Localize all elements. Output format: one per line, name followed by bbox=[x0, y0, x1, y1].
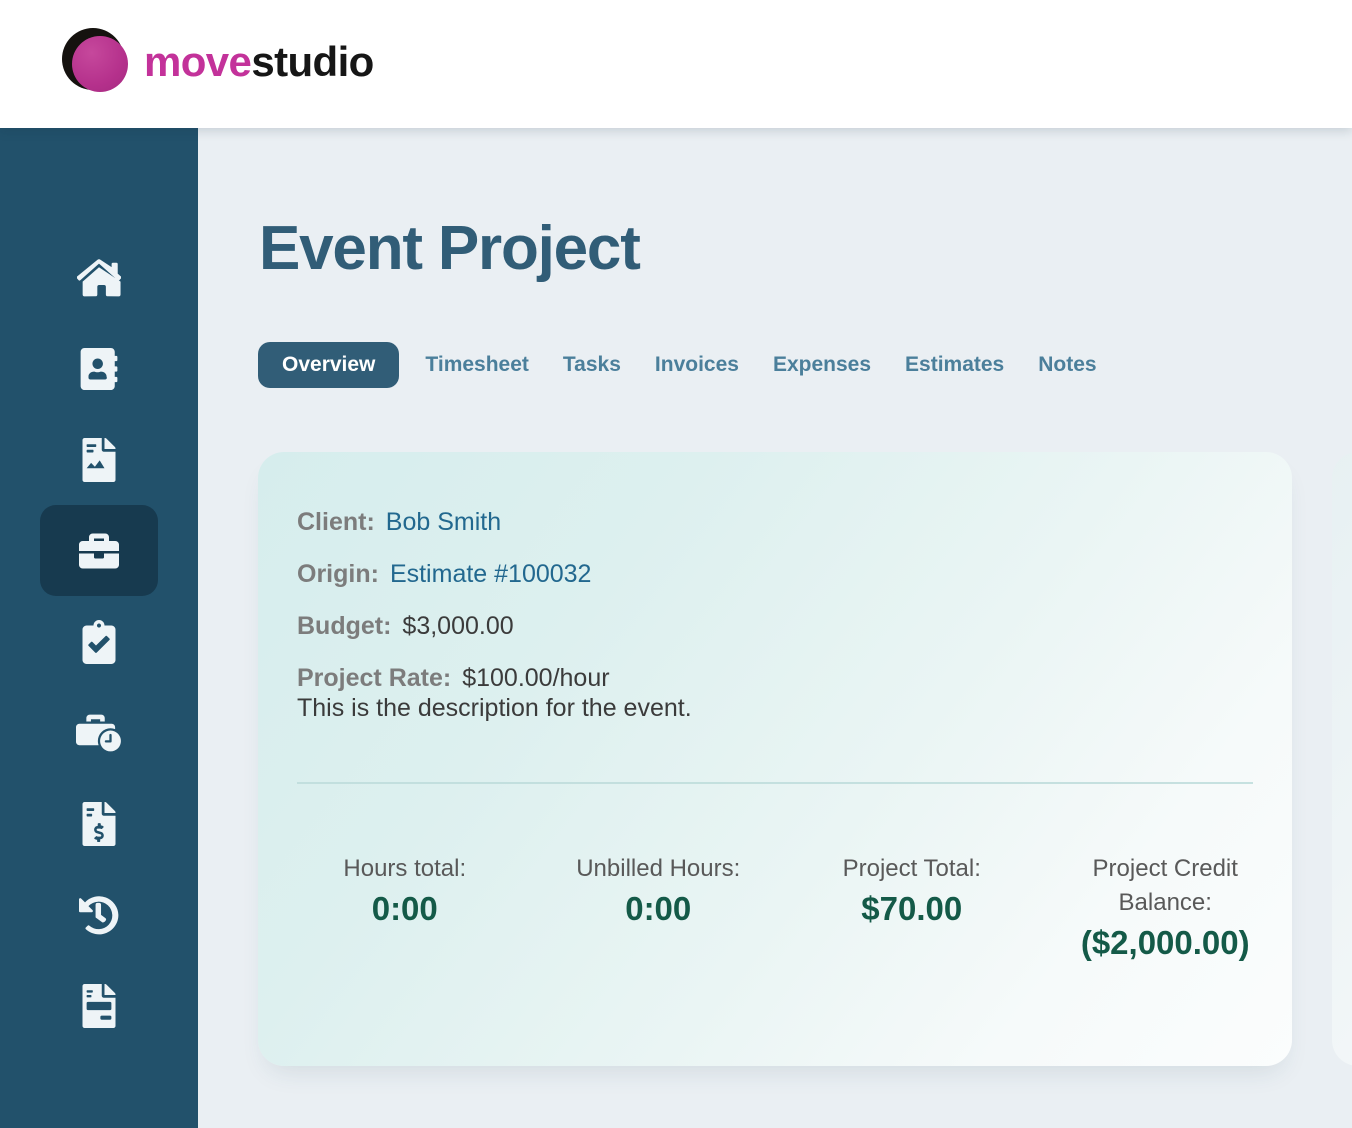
project-info-origin: Origin: Estimate #100032 bbox=[297, 560, 610, 589]
sidebar-item-home[interactable] bbox=[40, 232, 158, 323]
brand-logo[interactable]: movestudio bbox=[62, 28, 374, 96]
stat-project-credit-balance-value: ($2,000.00) bbox=[1039, 922, 1293, 965]
project-info-list: Client: Bob Smith Origin: Estimate #1000… bbox=[297, 508, 610, 716]
sidebar-item-clients[interactable] bbox=[40, 323, 158, 414]
overview-card: Client: Bob Smith Origin: Estimate #1000… bbox=[258, 452, 1292, 1066]
stat-project-credit-balance-label: Project Credit Balance: bbox=[1080, 852, 1250, 920]
stat-unbilled-hours: Unbilled Hours: 0:00 bbox=[532, 852, 786, 965]
sidebar bbox=[0, 128, 198, 1128]
tab-timesheet[interactable]: Timesheet bbox=[408, 343, 546, 387]
sidebar-item-history[interactable] bbox=[40, 869, 158, 960]
origin-label: Origin: bbox=[297, 560, 379, 589]
budget-label: Budget: bbox=[297, 612, 391, 641]
sidebar-item-tasks[interactable] bbox=[40, 596, 158, 687]
stat-project-total: Project Total: $70.00 bbox=[785, 852, 1039, 965]
project-description: This is the description for the event. bbox=[297, 694, 692, 723]
tab-estimates[interactable]: Estimates bbox=[888, 343, 1021, 387]
sidebar-item-projects[interactable] bbox=[40, 505, 158, 596]
sidebar-item-reports[interactable] bbox=[40, 960, 158, 1051]
sidebar-item-timesheet[interactable] bbox=[40, 687, 158, 778]
history-clock-icon bbox=[77, 895, 121, 935]
stat-unbilled-hours-value: 0:00 bbox=[532, 888, 786, 931]
client-label: Client: bbox=[297, 508, 375, 537]
file-dollar-icon bbox=[81, 802, 117, 846]
project-rate-value: $100.00/hour bbox=[462, 664, 609, 693]
sidebar-item-estimates[interactable] bbox=[40, 414, 158, 505]
project-info-client: Client: Bob Smith bbox=[297, 508, 610, 537]
stat-project-credit-balance: Project Credit Balance: ($2,000.00) bbox=[1039, 852, 1293, 965]
project-info-rate: Project Rate: $100.00/hour bbox=[297, 664, 610, 693]
tab-invoices[interactable]: Invoices bbox=[638, 343, 756, 387]
tab-tasks[interactable]: Tasks bbox=[546, 343, 638, 387]
sidebar-nav bbox=[0, 232, 198, 1051]
stat-unbilled-hours-label: Unbilled Hours: bbox=[573, 852, 743, 886]
card-divider bbox=[297, 782, 1253, 784]
stat-hours-total-label: Hours total: bbox=[320, 852, 490, 886]
tab-expenses[interactable]: Expenses bbox=[756, 343, 888, 387]
tab-notes[interactable]: Notes bbox=[1021, 343, 1113, 387]
address-book-icon bbox=[80, 348, 118, 390]
stat-hours-total-value: 0:00 bbox=[278, 888, 532, 931]
briefcase-icon bbox=[77, 531, 121, 571]
client-value[interactable]: Bob Smith bbox=[386, 508, 501, 537]
origin-value[interactable]: Estimate #100032 bbox=[390, 560, 592, 589]
home-icon bbox=[77, 258, 121, 298]
movestudio-circle-logo-icon bbox=[62, 28, 130, 96]
file-chart-icon bbox=[81, 438, 117, 482]
budget-value: $3,000.00 bbox=[402, 612, 513, 641]
project-rate-label: Project Rate: bbox=[297, 664, 451, 693]
project-stats: Hours total: 0:00 Unbilled Hours: 0:00 P… bbox=[278, 852, 1292, 965]
project-info-budget: Budget: $3,000.00 bbox=[297, 612, 610, 641]
project-tabs: Overview Timesheet Tasks Invoices Expens… bbox=[258, 342, 1114, 388]
clipboard-check-icon bbox=[82, 620, 116, 664]
tab-overview[interactable]: Overview bbox=[258, 342, 399, 388]
stat-project-total-value: $70.00 bbox=[785, 888, 1039, 931]
brand-name-part1: move bbox=[144, 38, 251, 85]
stat-project-total-label: Project Total: bbox=[827, 852, 997, 886]
file-lines-icon bbox=[81, 984, 117, 1028]
sidebar-item-invoices[interactable] bbox=[40, 778, 158, 869]
page-title: Event Project bbox=[259, 218, 640, 280]
app-header: movestudio bbox=[0, 0, 1352, 128]
adjacent-card-peek bbox=[1332, 452, 1352, 1066]
main-content: Event Project Overview Timesheet Tasks I… bbox=[198, 128, 1352, 1128]
briefcase-clock-icon bbox=[76, 713, 122, 753]
brand-wordmark: movestudio bbox=[144, 41, 374, 83]
brand-name-part2: studio bbox=[251, 38, 373, 85]
stat-hours-total: Hours total: 0:00 bbox=[278, 852, 532, 965]
